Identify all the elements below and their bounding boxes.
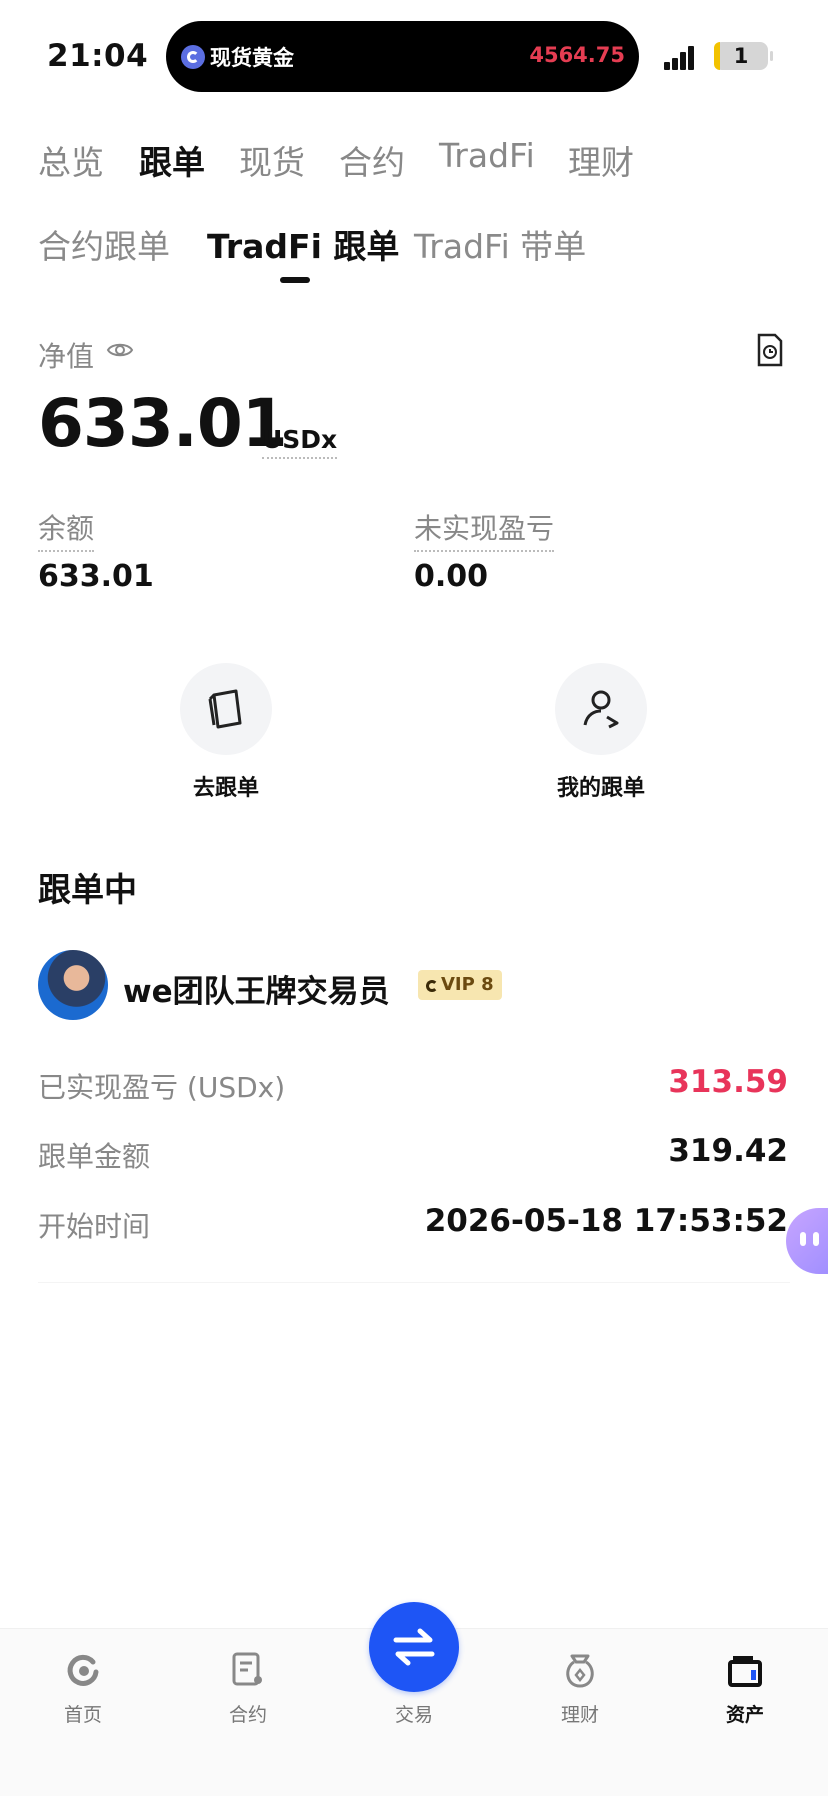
following-section-title: 跟单中 [38,870,137,909]
trader-name[interactable]: we团队王牌交易员 [123,966,390,1011]
copy-amount-value: 319.42 [668,1133,788,1169]
start-time-label: 开始时间 [38,1210,151,1243]
my-copy-button[interactable] [555,663,647,755]
nav-trade[interactable]: 交易 [354,1700,474,1727]
vip-logo-icon [426,980,438,992]
section-divider [38,1282,790,1283]
realized-pnl-value: 313.59 [668,1064,788,1100]
subtab-tradfi-lead[interactable]: TradFi 带单 [414,220,586,268]
dynamic-island-ticker[interactable]: 现货黄金 4564.75 [166,21,639,92]
user-follow-icon [583,690,619,729]
assistant-bubble-icon[interactable] [786,1208,828,1274]
start-time-value: 2026-05-18 17:53:52 [424,1203,788,1239]
net-value-label: 净值 [38,340,95,373]
eye-icon[interactable] [106,338,134,366]
balance-label[interactable]: 余额 [38,507,95,552]
tab-finance[interactable]: 理财 [568,136,634,184]
realized-pnl-label: 已实现盈亏 (USDx) [38,1071,286,1104]
wallet-icon[interactable] [725,1650,765,1690]
battery-icon: 1 [714,42,768,70]
finance-icon[interactable] [560,1650,600,1690]
tab-copy-trading[interactable]: 跟单 [139,136,205,184]
battery-cap [770,51,773,61]
ticker-price: 4564.75 [529,43,625,67]
go-copy-button[interactable] [180,663,272,755]
home-icon[interactable] [63,1650,103,1690]
history-document-icon[interactable] [756,333,784,371]
trader-avatar[interactable] [38,950,108,1020]
subtab-contract-copy[interactable]: 合约跟单 [38,220,170,268]
trade-swap-button[interactable] [369,1602,459,1692]
unrealized-pnl-label[interactable]: 未实现盈亏 [414,507,555,552]
tab-spot[interactable]: 现货 [239,136,305,184]
ticker-logo-icon [181,45,205,69]
tab-tradfi[interactable]: TradFi [439,136,535,175]
nav-contract[interactable]: 合约 [188,1700,308,1727]
swap-icon [393,1628,435,1666]
go-copy-label[interactable]: 去跟单 [146,770,306,802]
signal-icon [664,44,704,70]
status-time: 21:04 [47,38,149,74]
nav-home[interactable]: 首页 [23,1700,143,1727]
balance-value: 633.01 [38,559,154,594]
vip-level: VIP 8 [441,974,494,995]
net-value-unit[interactable]: USDx [262,425,338,459]
my-copy-label[interactable]: 我的跟单 [521,770,681,802]
net-value-amount: 633.01 [38,385,288,462]
copy-trade-icon [208,689,242,729]
battery-level: 1 [733,44,749,68]
nav-finance[interactable]: 理财 [520,1700,640,1727]
vip-badge: VIP 8 [418,970,502,1000]
tab-contract[interactable]: 合约 [339,136,405,184]
copy-amount-label: 跟单金额 [38,1140,151,1173]
ticker-label: 现货黄金 [210,46,294,70]
contract-icon[interactable] [228,1650,268,1690]
nav-assets[interactable]: 资产 [685,1700,805,1727]
tab-overview[interactable]: 总览 [38,136,104,184]
subtab-active-indicator [280,277,310,283]
subtab-tradfi-copy[interactable]: TradFi 跟单 [207,220,399,268]
unrealized-pnl-value: 0.00 [414,559,489,594]
